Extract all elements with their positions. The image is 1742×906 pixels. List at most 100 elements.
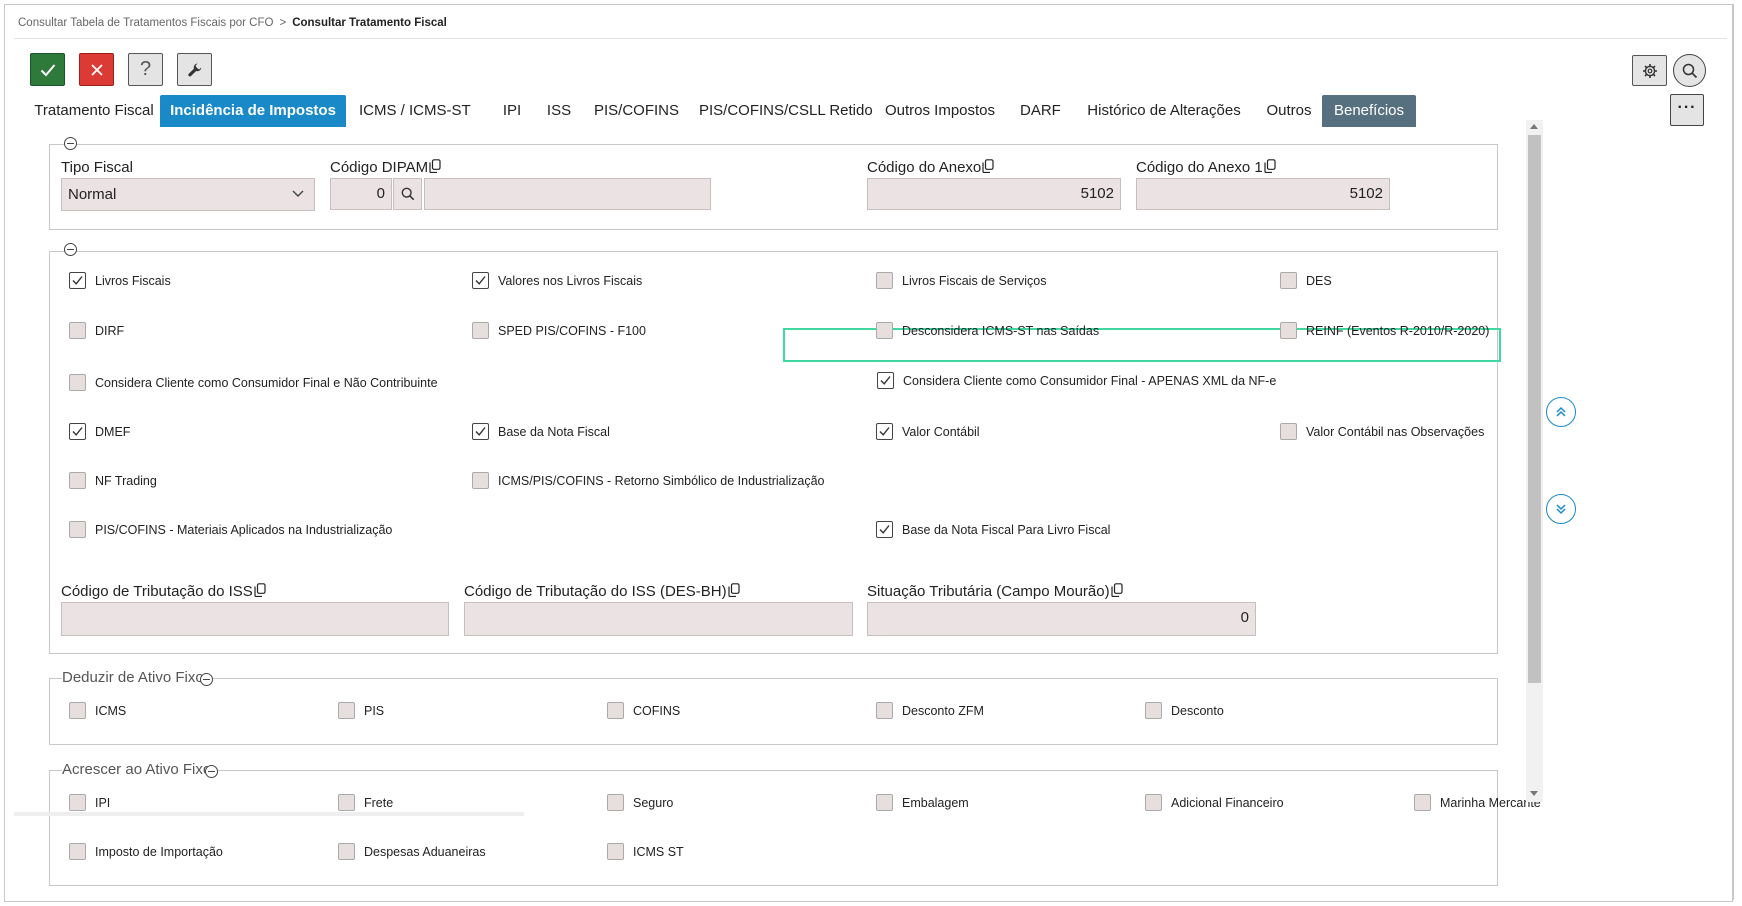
checkbox-label: PIS <box>364 703 385 718</box>
confirm-button[interactable] <box>30 53 65 86</box>
checkbox-label: Seguro <box>633 795 674 810</box>
checkbox-label: Imposto de Importação <box>95 844 223 859</box>
acrescer-frete-checkbox[interactable]: Frete <box>338 794 393 811</box>
codigo-dipam-input[interactable]: 0 <box>330 178 392 210</box>
dirf-checkbox[interactable]: DIRF <box>69 322 124 339</box>
deduzir-cofins-checkbox[interactable]: COFINS <box>607 702 680 719</box>
checkbox-label: IPI <box>95 795 111 810</box>
base-nota-fiscal-livro-fiscal-checkbox[interactable]: Base da Nota Fiscal Para Livro Fiscal <box>876 521 1110 538</box>
settings-button[interactable] <box>1632 55 1667 86</box>
codigo-anexo-input[interactable]: 5102 <box>867 178 1121 210</box>
cod-trib-iss-desbh-input[interactable] <box>464 602 853 636</box>
checkbox-label: Valores nos Livros Fiscais <box>498 273 643 288</box>
tab-beneficios[interactable]: Benefícios <box>1322 95 1416 127</box>
tab-historico-de-alteracoes[interactable]: Histórico de Alterações <box>1086 95 1242 127</box>
help-button[interactable]: ? <box>128 53 163 86</box>
scrollbar-thumb[interactable] <box>1528 135 1541 683</box>
acrescer-ipi-checkbox[interactable]: IPI <box>69 794 110 811</box>
consumidor-final-nao-contribuinte-checkbox[interactable]: Considera Cliente como Consumidor Final … <box>69 374 438 391</box>
copy-icon <box>982 159 994 173</box>
breadcrumb-parent-link[interactable]: Consultar Tabela de Tratamentos Fiscais … <box>18 17 273 29</box>
livros-fiscais-servicos-checkbox[interactable]: Livros Fiscais de Serviços <box>876 272 1047 289</box>
vertical-scrollbar[interactable] <box>1526 120 1543 802</box>
acrescer-ativo-fixo-section <box>49 770 1498 886</box>
tab-pis-cofins-csll-retido[interactable]: PIS/COFINS/CSLL Retido <box>699 95 873 127</box>
checkbox-label: ICMS/PIS/COFINS - Retorno Simbólico de I… <box>498 473 825 488</box>
search-button[interactable] <box>1673 54 1706 87</box>
deduzir-pis-checkbox[interactable]: PIS <box>338 702 384 719</box>
scroll-to-top-button[interactable] <box>1546 397 1576 427</box>
cancel-button[interactable] <box>79 53 114 86</box>
acrescer-icms-st-checkbox[interactable]: ICMS ST <box>607 843 684 860</box>
checkbox-label: Desconsidera ICMS-ST nas Saídas <box>902 323 1100 338</box>
cod-trib-iss-label: Código de Tributação do ISS <box>61 583 266 600</box>
checkbox-label: DMEF <box>95 424 131 439</box>
tab-iss[interactable]: ISS <box>544 95 574 127</box>
dmef-checkbox[interactable]: DMEF <box>69 423 130 440</box>
collapse-header-section-icon[interactable] <box>64 137 77 150</box>
codigo-dipam-search-button[interactable] <box>393 178 422 210</box>
tab-pis-cofins[interactable]: PIS/COFINS <box>594 95 679 127</box>
cod-trib-iss-input[interactable] <box>61 602 449 636</box>
tab-incidencia-de-impostos[interactable]: Incidência de Impostos <box>160 95 346 127</box>
collapse-deduzir-section-icon[interactable] <box>200 673 213 686</box>
tab-darf[interactable]: DARF <box>1020 95 1061 127</box>
desconsidera-icms-st-checkbox[interactable]: Desconsidera ICMS-ST nas Saídas <box>876 322 1099 339</box>
acrescer-adicional-financeiro-checkbox[interactable]: Adicional Financeiro <box>1145 794 1284 811</box>
checkbox-label: Desconto <box>1171 703 1224 718</box>
scroll-up-arrow-icon[interactable] <box>1530 124 1538 129</box>
tab-tratamento-fiscal[interactable]: Tratamento Fiscal <box>32 95 156 127</box>
deduzir-ativo-fixo-section <box>49 678 1498 745</box>
consumidor-final-xml-nfe-checkbox[interactable]: Considera Cliente como Consumidor Final … <box>877 372 1276 389</box>
acrescer-marinha-mercante-checkbox[interactable]: Marinha Mercante <box>1414 794 1541 811</box>
wrench-icon <box>187 63 201 76</box>
retorno-simbolico-checkbox[interactable]: ICMS/PIS/COFINS - Retorno Simbólico de I… <box>472 472 825 489</box>
tab-icms-icms-st[interactable]: ICMS / ICMS-ST <box>359 95 471 127</box>
more-options-button[interactable]: ··· <box>1670 94 1704 126</box>
scroll-to-bottom-button[interactable] <box>1546 494 1576 524</box>
codigo-anexo-1-input[interactable]: 5102 <box>1136 178 1390 210</box>
tab-outros-impostos[interactable]: Outros Impostos <box>884 95 996 127</box>
close-icon <box>90 63 103 76</box>
copy-icon <box>1264 159 1276 173</box>
sit-trib-campo-mourao-label: Situação Tributária (Campo Mourão) <box>867 583 1123 600</box>
horizontal-scrollbar[interactable] <box>14 812 524 816</box>
tab-outros[interactable]: Outros <box>1264 95 1314 127</box>
sit-trib-campo-mourao-input[interactable]: 0 <box>867 602 1256 636</box>
acrescer-seguro-checkbox[interactable]: Seguro <box>607 794 673 811</box>
valor-contabil-checkbox[interactable]: Valor Contábil <box>876 423 980 440</box>
valor-contabil-observacoes-checkbox[interactable]: Valor Contábil nas Observações <box>1280 423 1484 440</box>
reinf-checkbox[interactable]: REINF (Eventos R-2010/R-2020) <box>1280 322 1489 339</box>
checkbox-label: Livros Fiscais de Serviços <box>902 273 1047 288</box>
scroll-down-arrow-icon[interactable] <box>1530 791 1538 796</box>
checkbox-label: DIRF <box>95 323 125 338</box>
valores-livros-fiscais-checkbox[interactable]: Valores nos Livros Fiscais <box>472 272 642 289</box>
deduzir-desconto-checkbox[interactable]: Desconto <box>1145 702 1224 719</box>
breadcrumb-separator: > <box>279 17 287 29</box>
deduzir-legend: Deduzir de Ativo Fixo <box>62 669 206 686</box>
deduzir-desconto-zfm-checkbox[interactable]: Desconto ZFM <box>876 702 984 719</box>
checkbox-label: Despesas Aduaneiras <box>364 844 486 859</box>
nf-trading-checkbox[interactable]: NF Trading <box>69 472 157 489</box>
base-nota-fiscal-checkbox[interactable]: Base da Nota Fiscal <box>472 423 610 440</box>
acrescer-imposto-importacao-checkbox[interactable]: Imposto de Importação <box>69 843 223 860</box>
collapse-acrescer-section-icon[interactable] <box>205 765 218 778</box>
des-checkbox[interactable]: DES <box>1280 272 1332 289</box>
collapse-incidencia-section-icon[interactable] <box>64 243 77 256</box>
deduzir-icms-checkbox[interactable]: ICMS <box>69 702 126 719</box>
sped-pis-cofins-f100-checkbox[interactable]: SPED PIS/COFINS - F100 <box>472 322 646 339</box>
divider <box>14 38 1727 39</box>
checkbox-label: REINF (Eventos R-2010/R-2020) <box>1306 323 1490 338</box>
tipo-fiscal-select[interactable]: Normal <box>61 178 315 211</box>
tab-ipi[interactable]: IPI <box>499 95 525 127</box>
copy-icon <box>1111 583 1123 597</box>
materiais-aplicados-checkbox[interactable]: PIS/COFINS - Materiais Aplicados na Indu… <box>69 521 392 538</box>
tipo-fiscal-label: Tipo Fiscal <box>61 159 133 176</box>
tools-button[interactable] <box>177 53 212 86</box>
checkbox-label: ICMS <box>95 703 127 718</box>
acrescer-despesas-aduaneiras-checkbox[interactable]: Despesas Aduaneiras <box>338 843 486 860</box>
livros-fiscais-checkbox[interactable]: Livros Fiscais <box>69 272 171 289</box>
search-icon <box>401 187 414 201</box>
check-icon <box>40 63 55 76</box>
acrescer-embalagem-checkbox[interactable]: Embalagem <box>876 794 969 811</box>
